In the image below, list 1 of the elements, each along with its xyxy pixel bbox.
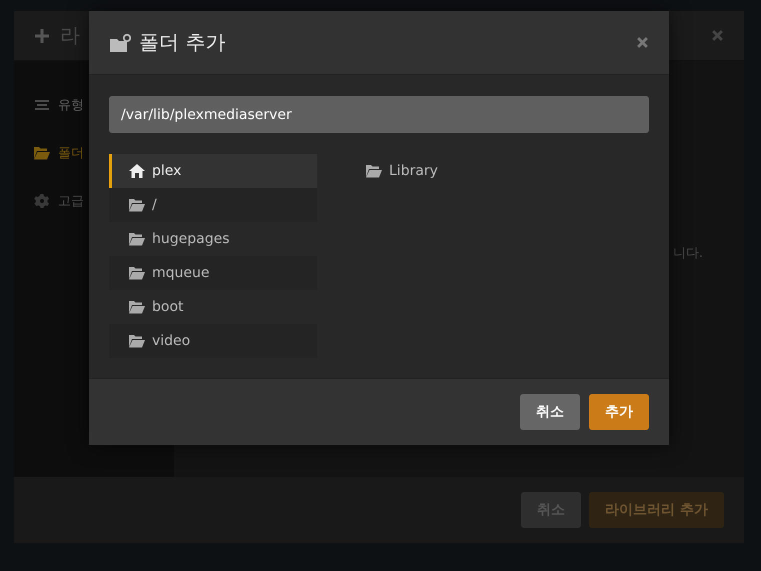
dialog-title: 폴더 추가 bbox=[139, 29, 226, 56]
